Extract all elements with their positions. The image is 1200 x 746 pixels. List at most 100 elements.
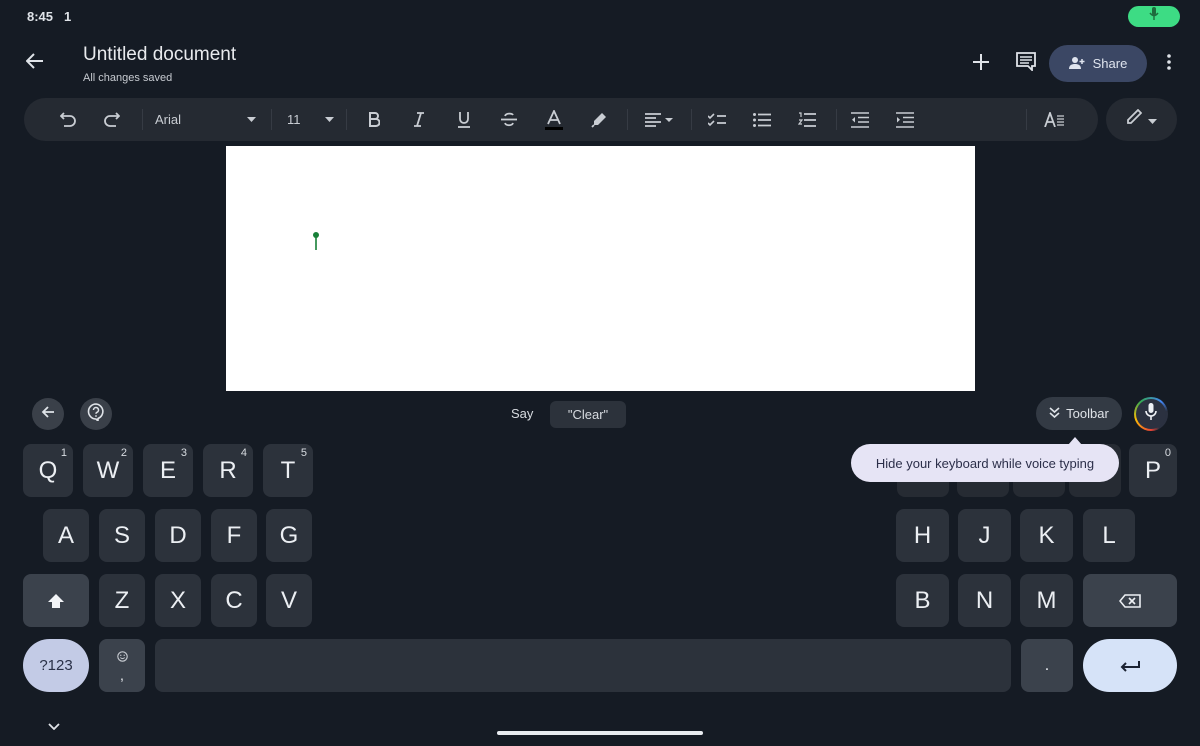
key-r[interactable]: R4 [203, 444, 253, 497]
text-color-button[interactable] [538, 98, 570, 141]
underline-button[interactable] [448, 98, 480, 141]
arrow-back-icon [41, 405, 55, 423]
bulleted-list-button[interactable] [746, 98, 778, 141]
redo-button[interactable] [96, 98, 128, 141]
comments-button[interactable] [1009, 47, 1043, 81]
key-z[interactable]: Z [99, 574, 145, 627]
bold-button[interactable] [358, 98, 390, 141]
editing-mode-dropdown[interactable] [1106, 98, 1177, 141]
highlight-button[interactable] [583, 98, 615, 141]
document-page[interactable] [226, 146, 975, 391]
voice-command-suggestion[interactable]: "Clear" [550, 401, 626, 428]
status-time: 8:45 [27, 9, 54, 24]
undo-icon [60, 112, 76, 127]
numbered-list-button[interactable] [791, 98, 823, 141]
key-hint: 0 [1164, 447, 1171, 459]
key-c[interactable]: C [211, 574, 257, 627]
key-label: M [1036, 586, 1057, 614]
key-f[interactable]: F [211, 509, 257, 562]
key-label: H [913, 521, 932, 549]
enter-key[interactable] [1083, 639, 1177, 692]
undo-button[interactable] [52, 98, 84, 141]
key-x[interactable]: X [155, 574, 201, 627]
increase-indent-button[interactable] [889, 98, 921, 141]
checklist-button[interactable] [701, 98, 733, 141]
text-color-icon [545, 109, 563, 130]
text-format-button[interactable] [1038, 98, 1070, 141]
decrease-indent-button[interactable] [844, 98, 876, 141]
italic-button[interactable] [403, 98, 435, 141]
share-button[interactable]: Share [1049, 45, 1147, 82]
key-g[interactable]: G [266, 509, 312, 562]
emoji-comma-key[interactable]: , [99, 639, 145, 692]
shift-key[interactable] [23, 574, 89, 627]
document-title[interactable]: Untitled document [83, 44, 236, 66]
key-q[interactable]: Q1 [23, 444, 73, 497]
bulleted-list-icon [753, 112, 771, 127]
key-m[interactable]: M [1020, 574, 1073, 627]
strikethrough-icon [501, 112, 517, 127]
font-size-value: 11 [287, 112, 301, 127]
key-label: . [1044, 656, 1050, 674]
key-d[interactable]: D [155, 509, 201, 562]
more-vert-icon [1167, 53, 1171, 75]
align-dropdown[interactable] [637, 98, 681, 141]
backspace-icon [1118, 587, 1141, 615]
key-label: S [113, 521, 130, 549]
toolbar-divider [346, 109, 347, 130]
space-bar[interactable] [155, 639, 1011, 692]
key-label: E [159, 456, 176, 484]
key-label: C [225, 586, 243, 614]
mic-in-use-indicator[interactable] [1128, 6, 1180, 27]
key-a[interactable]: A [43, 509, 89, 562]
key-v[interactable]: V [266, 574, 312, 627]
key-hint: 1 [60, 447, 67, 459]
key-e[interactable]: E3 [143, 444, 193, 497]
key-h[interactable]: H [896, 509, 949, 562]
key-k[interactable]: K [1020, 509, 1073, 562]
key-hint: 4 [240, 447, 247, 459]
back-button[interactable] [18, 46, 52, 80]
font-size-dropdown[interactable]: 11 [280, 98, 336, 141]
person-add-icon [1068, 56, 1085, 72]
key-label: V [280, 586, 297, 614]
key-label: , [120, 666, 124, 683]
font-family-dropdown[interactable]: Arial [148, 98, 260, 141]
more-options-button[interactable] [1157, 47, 1181, 81]
voice-typing-button[interactable] [1134, 397, 1168, 431]
key-l[interactable]: L [1083, 509, 1135, 562]
toolbar-divider [271, 109, 272, 130]
toolbar-divider [627, 109, 628, 130]
key-j[interactable]: J [958, 509, 1011, 562]
key-label: K [1038, 521, 1055, 549]
key-p[interactable]: P0 [1129, 444, 1177, 497]
backspace-key[interactable] [1083, 574, 1177, 627]
key-b[interactable]: B [896, 574, 949, 627]
symbols-key[interactable]: ?123 [23, 639, 89, 692]
say-label: Say [511, 406, 534, 421]
pencil-icon [1126, 108, 1143, 130]
text-cursor-handle[interactable] [313, 232, 319, 250]
gesture-home-bar[interactable] [497, 731, 703, 735]
key-label: P [1144, 456, 1161, 484]
key-s[interactable]: S [99, 509, 145, 562]
collapse-keyboard-button[interactable] [42, 716, 66, 736]
period-key[interactable]: . [1021, 639, 1073, 692]
insert-button[interactable] [964, 47, 998, 81]
key-t[interactable]: T5 [263, 444, 313, 497]
strikethrough-button[interactable] [493, 98, 525, 141]
key-w[interactable]: W2 [83, 444, 133, 497]
toolbar-divider [1026, 109, 1027, 130]
chevron-down-icon [48, 717, 60, 735]
highlight-icon [591, 112, 607, 128]
voice-help-button[interactable] [80, 398, 112, 430]
toolbar-divider [691, 109, 692, 130]
keyboard-back-button[interactable] [32, 398, 64, 430]
key-label: G [279, 521, 299, 549]
key-n[interactable]: N [958, 574, 1011, 627]
key-label: Q [38, 456, 58, 484]
save-status: All changes saved [83, 72, 173, 84]
mic-icon [1145, 402, 1157, 426]
hide-keyboard-toolbar-button[interactable]: Toolbar [1036, 397, 1122, 430]
numbered-list-icon [798, 111, 816, 128]
